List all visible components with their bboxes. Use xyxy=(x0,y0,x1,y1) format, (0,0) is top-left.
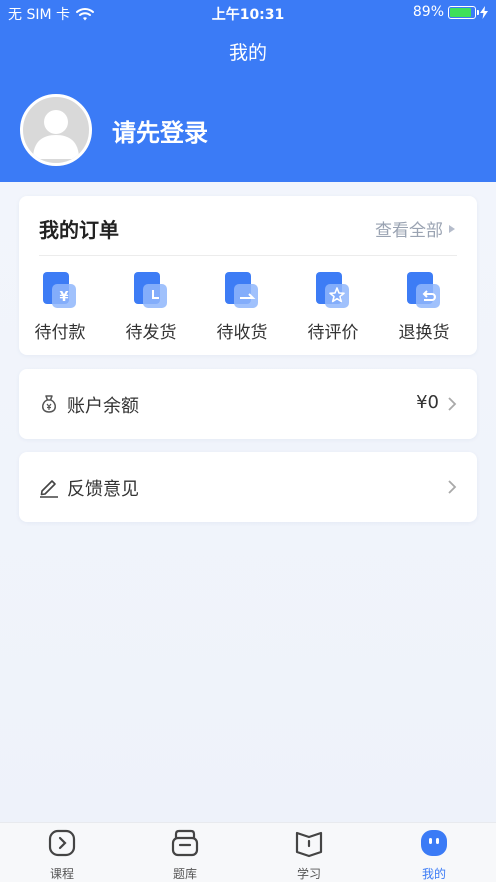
order-label: 待付款 xyxy=(34,323,86,343)
account-balance-row[interactable]: 账户余额 ¥0 xyxy=(19,369,477,439)
default-avatar-icon xyxy=(33,110,79,159)
chevron-right-icon xyxy=(448,397,457,411)
tab-mine[interactable]: 我的 xyxy=(394,828,474,882)
order-label: 待发货 xyxy=(125,323,177,343)
status-bar: 无 SIM 卡 上午10:31 89% xyxy=(0,0,496,26)
tab-study[interactable]: 学习 xyxy=(269,828,349,882)
return-icon xyxy=(407,272,440,308)
bottom-tab-bar: 课程 题库 学习 我的 xyxy=(0,822,496,882)
balance-value: ¥0 xyxy=(416,392,439,413)
tab-label: 我的 xyxy=(421,867,446,881)
order-returns[interactable]: 退换货 xyxy=(389,270,459,343)
receive-icon xyxy=(225,272,258,308)
order-pending-shipment[interactable]: 待发货 xyxy=(116,270,186,343)
play-icon xyxy=(48,829,76,857)
feedback-label: 反馈意见 xyxy=(67,479,139,500)
svg-text:¥: ¥ xyxy=(59,290,68,305)
divider xyxy=(39,255,457,256)
star-icon xyxy=(316,272,349,308)
order-label: 退换货 xyxy=(398,323,450,343)
order-label: 待收货 xyxy=(216,323,268,343)
yen-icon: ¥ xyxy=(43,272,76,308)
question-bank-icon xyxy=(171,829,199,857)
my-orders-card: 我的订单 查看全部 ¥ 待付款 待发货 待收货 待评价 退换货 xyxy=(19,196,477,355)
charging-icon xyxy=(480,5,488,19)
view-all-orders-link[interactable]: 查看全部 xyxy=(375,216,455,241)
profile-header: 无 SIM 卡 上午10:31 89% 我的 请先登录 xyxy=(0,0,496,182)
login-prompt[interactable]: 请先登录 xyxy=(112,113,208,148)
page-title: 我的 xyxy=(228,42,267,64)
arrow-right-icon xyxy=(449,224,455,233)
battery-icon xyxy=(448,5,479,19)
orders-title: 我的订单 xyxy=(39,218,119,242)
order-label: 待评价 xyxy=(307,323,359,343)
order-pending-receipt[interactable]: 待收货 xyxy=(207,270,277,343)
battery-percent: 89% xyxy=(412,4,444,20)
tab-label: 题库 xyxy=(172,867,197,881)
order-pending-review[interactable]: 待评价 xyxy=(298,270,368,343)
money-bag-icon xyxy=(42,395,56,413)
clock-icon xyxy=(134,272,167,308)
avatar[interactable] xyxy=(20,94,92,166)
pencil-icon xyxy=(40,480,58,498)
feedback-row[interactable]: 反馈意见 xyxy=(19,452,477,522)
tab-label: 课程 xyxy=(49,867,74,881)
tab-label: 学习 xyxy=(296,867,321,881)
order-pending-payment[interactable]: ¥ 待付款 xyxy=(25,270,95,343)
view-all-label: 查看全部 xyxy=(375,221,443,241)
balance-label: 账户余额 xyxy=(67,396,139,417)
book-icon xyxy=(295,831,323,858)
profile-icon xyxy=(421,830,447,856)
chevron-right-icon xyxy=(448,480,457,494)
tab-courses[interactable]: 课程 xyxy=(22,828,102,882)
tab-question-bank[interactable]: 题库 xyxy=(145,828,225,882)
